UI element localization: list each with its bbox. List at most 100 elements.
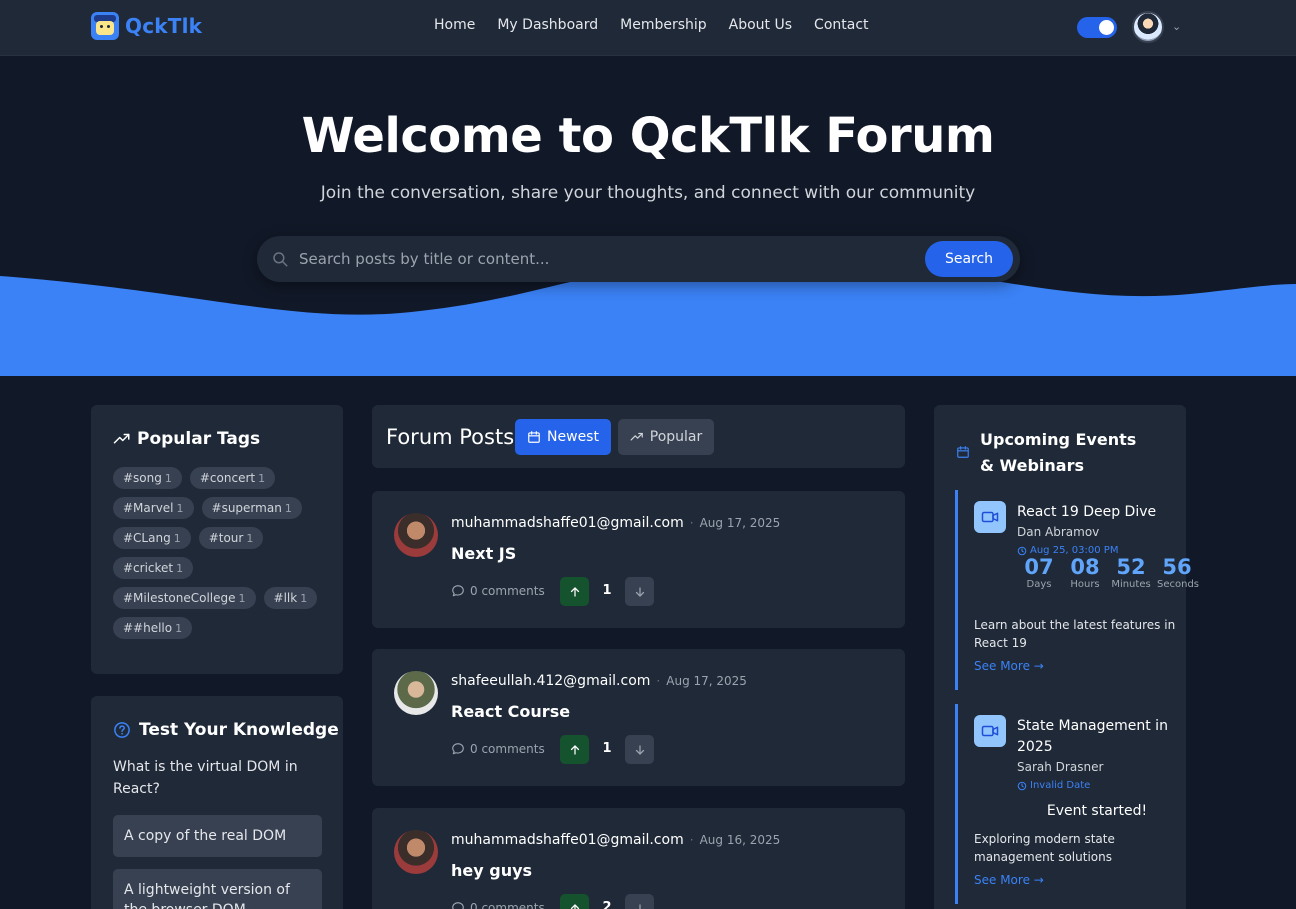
arrow-down-icon — [635, 903, 644, 909]
avatar[interactable] — [394, 830, 438, 874]
avatar[interactable] — [394, 513, 438, 557]
nav-link-membership[interactable]: Membership — [620, 17, 707, 33]
logo[interactable]: QckTlk — [91, 12, 202, 40]
post-title[interactable]: hey guys — [451, 861, 532, 880]
event-host: Sarah Drasner — [1017, 760, 1104, 774]
video-icon — [974, 501, 1006, 533]
post-comments[interactable]: 0 comments — [451, 742, 545, 756]
nav-link-contact[interactable]: Contact — [814, 17, 868, 33]
tag-chip[interactable]: #Marvel 1 — [113, 497, 194, 519]
tag-name: #llk — [273, 591, 298, 605]
tag-name: #CLang — [123, 531, 171, 545]
arrow-up-icon — [570, 586, 579, 597]
tag-name: #cricket — [123, 561, 174, 575]
avatar[interactable] — [394, 671, 438, 715]
post-author[interactable]: shafeeullah.412@gmail.com — [451, 673, 650, 689]
tag-chip[interactable]: #llk 1 — [263, 587, 318, 609]
post-date: Aug 16, 2025 — [699, 833, 781, 847]
forum-header: Forum Posts Newest Popular — [372, 405, 905, 468]
tag-name: #tour — [208, 531, 244, 545]
tag-count: 1 — [175, 622, 183, 635]
events-header: Upcoming Events & Webinars — [956, 427, 1150, 479]
countdown-days-value: 07 — [1024, 555, 1054, 579]
user-avatar[interactable] — [1132, 11, 1164, 43]
countdown-seconds-label: Seconds — [1157, 579, 1200, 590]
tag-chip[interactable]: #tour 1 — [198, 527, 264, 549]
comment-icon — [452, 743, 464, 755]
calendar-icon — [957, 446, 969, 458]
sort-newest-label: Newest — [547, 429, 599, 445]
upvote-button[interactable] — [560, 735, 589, 764]
chevron-down-icon[interactable]: ⌄ — [1172, 20, 1181, 33]
quiz-option[interactable]: A copy of the real DOM — [113, 815, 322, 857]
theme-toggle[interactable] — [1077, 17, 1117, 38]
arrow-up-icon — [570, 744, 579, 755]
separator-dot: · — [656, 674, 661, 688]
upvote-button[interactable] — [560, 577, 589, 606]
arrow-down-icon — [635, 744, 644, 755]
nav-link-dashboard[interactable]: My Dashboard — [497, 17, 598, 33]
post-author[interactable]: muhammadshaffe01@gmail.com — [451, 515, 684, 531]
search-bar: Search — [257, 236, 1020, 282]
tag-chip[interactable]: #concert 1 — [189, 467, 276, 489]
sort-popular-button[interactable]: Popular — [618, 419, 714, 455]
events-card: Upcoming Events & Webinars React 19 Deep… — [934, 405, 1199, 909]
event-title[interactable]: React 19 Deep Dive — [1017, 502, 1177, 523]
popular-tags-card: Popular Tags #song 1 #concert 1 #Marvel 1 #… — [91, 405, 343, 674]
vote-count: 2 — [602, 900, 612, 909]
tag-count: 1 — [246, 532, 254, 545]
downvote-button[interactable] — [625, 577, 654, 606]
search-button[interactable]: Search — [925, 241, 1013, 277]
vote-count: 1 — [602, 741, 612, 756]
post-card[interactable]: shafeeullah.412@gmail.com · Aug 17, 2025 R… — [372, 649, 905, 786]
post-card[interactable]: muhammadshaffe01@gmail.com · Aug 16, 2025 … — [372, 808, 905, 909]
nav-links: Home My Dashboard Membership About Us Co… — [434, 17, 869, 33]
comment-count: 0 comments — [470, 584, 545, 598]
countdown-seconds-value: 56 — [1162, 555, 1192, 579]
tag-name: #superman — [211, 501, 282, 515]
tag-name: #song — [123, 471, 162, 485]
calendar-icon — [528, 431, 540, 443]
event-host: Dan Abramov — [1017, 525, 1100, 539]
trending-up-icon — [113, 433, 130, 444]
separator-dot: · — [689, 833, 694, 847]
video-icon — [974, 715, 1006, 747]
quiz-option[interactable]: A lightweight version of the browser DOM — [113, 869, 322, 909]
tag-chip[interactable]: #cricket 1 — [113, 557, 194, 579]
upvote-button[interactable] — [560, 894, 589, 909]
event-item: React 19 Deep Dive Dan Abramov Aug 25, 0… — [955, 490, 1199, 690]
tag-count: 1 — [258, 472, 266, 485]
post-comments[interactable]: 0 comments — [451, 901, 545, 909]
tag-chip[interactable]: #superman 1 — [201, 497, 302, 519]
countdown-minutes-label: Minutes — [1111, 579, 1151, 590]
tag-chip[interactable]: #CLang 1 — [113, 527, 191, 549]
arrow-down-icon — [635, 586, 644, 597]
trending-up-icon — [630, 432, 643, 441]
post-title[interactable]: React Course — [451, 702, 570, 721]
post-title[interactable]: Next JS — [451, 544, 516, 563]
event-title[interactable]: State Management in 2025 — [1017, 716, 1177, 758]
tag-list: #song 1 #concert 1 #Marvel 1 #superman 1 #CL… — [113, 467, 325, 639]
countdown-hours-value: 08 — [1070, 555, 1100, 579]
downvote-button[interactable] — [625, 735, 654, 764]
event-datetime: Invalid Date — [1017, 780, 1090, 791]
tag-chip[interactable]: #MilestoneCollege 1 — [113, 587, 256, 609]
nav-link-about[interactable]: About Us — [729, 17, 792, 33]
post-author[interactable]: muhammadshaffe01@gmail.com — [451, 832, 684, 848]
events-title: Upcoming Events & Webinars — [980, 430, 1137, 475]
tag-name: #MilestoneCollege — [123, 591, 236, 605]
post-comments[interactable]: 0 comments — [451, 584, 545, 598]
tag-chip[interactable]: ##hello 1 — [113, 617, 193, 639]
clock-icon — [1017, 781, 1027, 790]
popular-tags-title: Popular Tags — [137, 429, 261, 449]
nav-link-home[interactable]: Home — [434, 17, 475, 33]
post-meta: muhammadshaffe01@gmail.com · Aug 17, 2025 — [451, 515, 780, 531]
search-input[interactable] — [299, 244, 919, 274]
post-card[interactable]: muhammadshaffe01@gmail.com · Aug 17, 2025 … — [372, 491, 905, 628]
tag-chip[interactable]: #song 1 — [113, 467, 182, 489]
event-see-more-link[interactable]: See More → — [974, 659, 1044, 673]
sort-newest-button[interactable]: Newest — [515, 419, 611, 455]
downvote-button[interactable] — [625, 894, 654, 909]
countdown-hours: 08 Hours — [1065, 555, 1105, 590]
event-see-more-link[interactable]: See More → — [974, 873, 1044, 887]
